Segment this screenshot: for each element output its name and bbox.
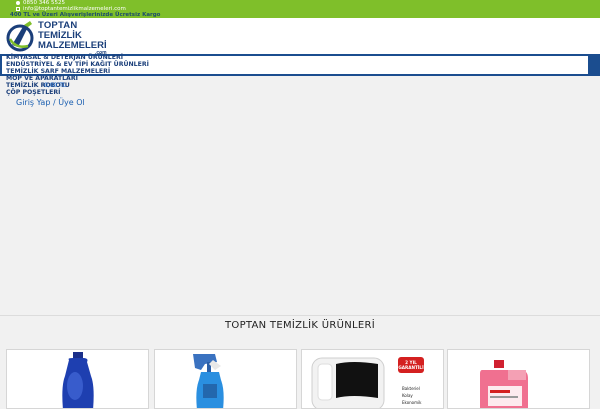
logo-mark-icon bbox=[6, 21, 34, 52]
bleach-bottle-image bbox=[62, 352, 94, 408]
menu-item-mops[interactable]: MOP VE APARATLARI bbox=[6, 75, 166, 82]
menu-item-paper-products[interactable]: ENDÜSTRİYEL & EV TİPİ KAĞIT ÜRÜNLERİ bbox=[6, 61, 166, 68]
category-menu: KİMYASAL & DETERJAN ÜRÜNLERİ ENDÜSTRİYEL… bbox=[6, 54, 166, 96]
feature-label: Bakteriel bbox=[402, 386, 420, 391]
section-divider bbox=[0, 315, 600, 316]
register-link[interactable]: Üye Ol bbox=[58, 98, 85, 107]
feature-label: Ekonomik bbox=[402, 400, 422, 405]
menu-item-chemicals[interactable]: KİMYASAL & DETERJAN ÜRÜNLERİ bbox=[6, 54, 166, 61]
product-card[interactable] bbox=[447, 349, 590, 409]
site-header: TOPTAN TEMİZLİK MALZEMELERİ .com bbox=[0, 18, 600, 56]
cart-total[interactable]: 0,00 TL bbox=[44, 82, 66, 89]
login-link[interactable]: Giriş Yap bbox=[16, 98, 50, 107]
detergent-canister-image bbox=[480, 360, 528, 408]
top-info-bar: 0850 346 5525 info@toptantemizlikmalzeme… bbox=[0, 0, 600, 18]
product-card[interactable]: 2 YIL GARANTİLİ Bakteriel Kolay Ekonomik bbox=[301, 349, 444, 409]
logo-wordmark: TOPTAN TEMİZLİK MALZEMELERİ .com bbox=[38, 20, 107, 56]
warranty-badge: 2 YIL GARANTİLİ bbox=[398, 357, 424, 373]
site-logo[interactable]: TOPTAN TEMİZLİK MALZEMELERİ .com bbox=[6, 19, 116, 56]
menu-item-cleaning-supplies[interactable]: TEMİZLİK SARF MALZEMELERİ bbox=[6, 68, 166, 75]
email-icon bbox=[16, 6, 20, 11]
phone-icon bbox=[16, 0, 20, 5]
spray-bottle-image bbox=[193, 354, 224, 408]
feature-label: Kolay bbox=[402, 393, 413, 398]
product-card[interactable] bbox=[154, 349, 297, 409]
product-grid: 2 YIL GARANTİLİ Bakteriel Kolay Ekonomik bbox=[6, 349, 600, 409]
section-title: TOPTAN TEMİZLİK ÜRÜNLERİ bbox=[224, 320, 375, 331]
product-card[interactable] bbox=[6, 349, 149, 409]
menu-item-trash-bags[interactable]: ÇÖP POŞETLERİ bbox=[6, 89, 166, 96]
menu-item-cleaning-robot[interactable]: TEMİZLİK ROBOTU bbox=[6, 82, 166, 89]
account-links: Giriş Yap / Üye Ol bbox=[16, 98, 85, 107]
